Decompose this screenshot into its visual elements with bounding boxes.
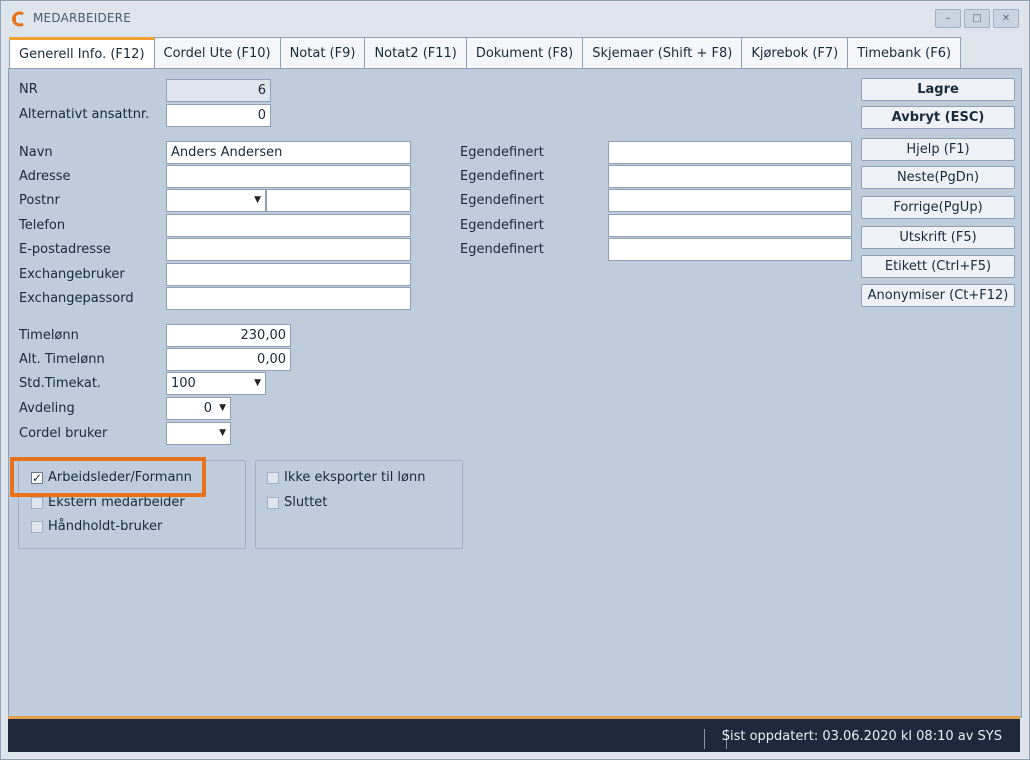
forrige-button[interactable]: Forrige(PgUp) (861, 196, 1015, 219)
adresse-field[interactable] (166, 165, 411, 188)
title-bar: MEDARBEIDERE – □ ✕ (1, 1, 1029, 33)
sluttet-checkbox[interactable] (267, 497, 279, 509)
cordel-bruker-select[interactable]: ▼ (166, 422, 231, 445)
avdeling-label: Avdeling (19, 401, 75, 416)
telefon-field[interactable] (166, 214, 411, 237)
status-bar: Sist oppdatert: 03.06.2020 kl 08:10 av S… (8, 716, 1020, 752)
timelonn-field[interactable]: 230,00 (166, 324, 291, 347)
std-timekat-value: 100 (171, 376, 196, 391)
navn-field[interactable]: Anders Andersen (166, 141, 411, 164)
maximize-button[interactable]: □ (964, 9, 990, 28)
last-updated-text: Sist oppdatert: 03.06.2020 kl 08:10 av S… (721, 729, 1002, 744)
avdeling-select[interactable]: 0 ▼ (166, 397, 231, 420)
hjelp-button[interactable]: Hjelp (F1) (861, 138, 1015, 161)
tab-cordel-ute[interactable]: Cordel Ute (F10) (154, 37, 281, 70)
ikke-eksporter-checkbox[interactable] (267, 472, 279, 484)
adresse-label: Adresse (19, 169, 71, 184)
telefon-label: Telefon (19, 218, 66, 233)
egendefinert-field-5[interactable] (608, 238, 852, 261)
ekstern-label: Ekstern medarbeider (48, 495, 185, 510)
epost-field[interactable] (166, 238, 411, 261)
egendefinert-label-1: Egendefinert (460, 145, 544, 160)
lagre-button[interactable]: Lagre (861, 78, 1015, 101)
egendefinert-field-1[interactable] (608, 141, 852, 164)
egendefinert-label-3: Egendefinert (460, 193, 544, 208)
std-timekat-select[interactable]: 100 ▼ (166, 372, 266, 395)
handholdt-label: Håndholdt-bruker (48, 519, 163, 534)
status-separator (704, 729, 705, 749)
tab-notat[interactable]: Notat (F9) (280, 37, 366, 70)
egendefinert-field-4[interactable] (608, 214, 852, 237)
exchangebruker-label: Exchangebruker (19, 267, 125, 282)
exchangepassord-field[interactable] (166, 287, 411, 310)
avdeling-value: 0 (203, 401, 212, 416)
nr-field: 6 (166, 79, 271, 102)
minimize-button[interactable]: – (935, 9, 961, 28)
chevron-down-icon: ▼ (219, 428, 226, 438)
avbryt-button[interactable]: Avbryt (ESC) (861, 106, 1015, 129)
tab-notat2[interactable]: Notat2 (F11) (365, 37, 467, 70)
postnr-label: Postnr (19, 193, 60, 208)
chevron-down-icon: ▼ (254, 195, 261, 205)
app-logo-icon (12, 11, 24, 27)
egendefinert-field-2[interactable] (608, 165, 852, 188)
poststed-field[interactable] (266, 189, 411, 212)
egendefinert-field-3[interactable] (608, 189, 852, 212)
alt-ansattnr-label: Alternativt ansattnr. (19, 107, 150, 122)
alt-timelonn-label: Alt. Timelønn (19, 352, 105, 367)
close-button[interactable]: ✕ (993, 9, 1019, 28)
chevron-down-icon: ▼ (254, 378, 261, 388)
etikett-button[interactable]: Etikett (Ctrl+F5) (861, 255, 1015, 278)
alt-timelonn-field[interactable]: 0,00 (166, 348, 291, 371)
utskrift-button[interactable]: Utskrift (F5) (861, 226, 1015, 249)
tab-dokument[interactable]: Dokument (F8) (466, 37, 584, 70)
egendefinert-label-2: Egendefinert (460, 169, 544, 184)
alt-ansattnr-field[interactable]: 0 (166, 104, 271, 127)
cordel-bruker-label: Cordel bruker (19, 426, 108, 441)
tab-kjorebok[interactable]: Kjørebok (F7) (742, 37, 849, 70)
exchangepassord-label: Exchangepassord (19, 291, 134, 306)
neste-button[interactable]: Neste(PgDn) (861, 166, 1015, 189)
handholdt-checkbox[interactable] (31, 521, 43, 533)
anonymiser-button[interactable]: Anonymiser (Ct+F12) (861, 284, 1015, 307)
tab-timebank[interactable]: Timebank (F6) (848, 37, 962, 70)
epost-label: E-postadresse (19, 242, 111, 257)
postnr-select[interactable]: ▼ (166, 189, 266, 212)
window-title: MEDARBEIDERE (33, 11, 132, 25)
tab-generell-info[interactable]: Generell Info. (F12) (9, 37, 155, 70)
timelonn-label: Timelønn (19, 328, 79, 343)
exchangebruker-field[interactable] (166, 263, 411, 286)
window-controls: – □ ✕ (935, 9, 1019, 28)
nr-label: NR (19, 82, 38, 97)
sluttet-label: Sluttet (284, 495, 328, 510)
egendefinert-label-4: Egendefinert (460, 218, 544, 233)
navn-label: Navn (19, 145, 53, 160)
highlight-annotation (10, 457, 206, 497)
chevron-down-icon: ▼ (219, 403, 226, 413)
tab-bar: Generell Info. (F12) Cordel Ute (F10) No… (9, 37, 962, 70)
std-timekat-label: Std.Timekat. (19, 376, 102, 391)
ikke-eksporter-label: Ikke eksporter til lønn (284, 470, 426, 485)
egendefinert-label-5: Egendefinert (460, 242, 544, 257)
ekstern-checkbox[interactable] (31, 497, 43, 509)
tab-skjemaer[interactable]: Skjemaer (Shift + F8) (583, 37, 743, 70)
